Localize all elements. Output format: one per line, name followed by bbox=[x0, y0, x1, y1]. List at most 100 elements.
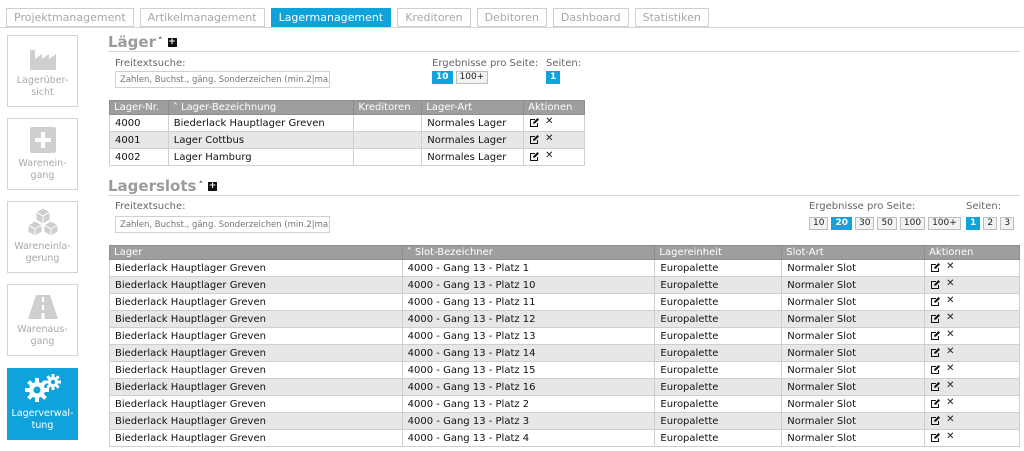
sort-up-icon[interactable]: ˄ bbox=[198, 181, 203, 191]
edit-icon[interactable] bbox=[930, 398, 941, 408]
delete-icon[interactable]: ✕ bbox=[946, 261, 954, 272]
table-row[interactable]: 4001 Lager Cottbus Normales Lager ✕ bbox=[109, 131, 585, 149]
tab-debitoren[interactable]: Debitoren bbox=[476, 8, 547, 27]
edit-icon[interactable] bbox=[930, 262, 941, 272]
delete-icon[interactable]: ✕ bbox=[545, 116, 553, 127]
slots-search-input[interactable] bbox=[115, 216, 330, 233]
tab-statistiken[interactable]: Statistiken bbox=[634, 8, 709, 27]
add-lager-button[interactable]: + bbox=[167, 37, 177, 47]
cell-slot: 4000 - Gang 13 - Platz 14 bbox=[401, 344, 656, 362]
per-page-100-button[interactable]: 100 bbox=[899, 217, 926, 230]
edit-icon[interactable] bbox=[930, 279, 941, 289]
edit-icon[interactable] bbox=[930, 330, 941, 340]
per-page-30-button[interactable]: 30 bbox=[854, 217, 875, 230]
sidebar-item-wareneinlagerung[interactable]: Wareneinla-gerung bbox=[7, 201, 78, 273]
table-row[interactable]: Biederlack Hauptlager Greven 4000 - Gang … bbox=[109, 395, 1020, 413]
table-row[interactable]: Biederlack Hauptlager Greven 4000 - Gang … bbox=[109, 259, 1020, 277]
table-row[interactable]: Biederlack Hauptlager Greven 4000 - Gang … bbox=[109, 429, 1020, 447]
slots-pagination: 1 2 3 bbox=[966, 217, 1017, 230]
cell-einheit: Europalette bbox=[654, 412, 783, 430]
edit-icon[interactable] bbox=[930, 313, 941, 323]
sidebar-item-warenausgang[interactable]: Warenaus-gang bbox=[7, 284, 78, 356]
edit-icon[interactable] bbox=[930, 432, 941, 442]
table-row[interactable]: Biederlack Hauptlager Greven 4000 - Gang … bbox=[109, 293, 1020, 311]
cell-einheit: Europalette bbox=[654, 293, 783, 311]
cell-slot: 4000 - Gang 13 - Platz 4 bbox=[401, 429, 656, 447]
cell-actions: ✕ bbox=[523, 148, 585, 166]
delete-icon[interactable]: ✕ bbox=[946, 397, 954, 408]
add-slot-button[interactable]: + bbox=[207, 181, 217, 191]
nav-divider bbox=[0, 27, 1024, 28]
edit-icon[interactable] bbox=[930, 415, 941, 425]
cell-einheit: Europalette bbox=[654, 429, 783, 447]
page-1-button[interactable]: 1 bbox=[546, 71, 561, 84]
table-row[interactable]: Biederlack Hauptlager Greven 4000 - Gang … bbox=[109, 327, 1020, 345]
cell-einheit: Europalette bbox=[654, 276, 783, 294]
cell-art: Normales Lager bbox=[421, 114, 525, 132]
table-row[interactable]: 4002 Lager Hamburg Normales Lager ✕ bbox=[109, 148, 585, 166]
tab-kreditoren[interactable]: Kreditoren bbox=[397, 8, 471, 27]
delete-icon[interactable]: ✕ bbox=[946, 295, 954, 306]
col-lager-bezeichnung[interactable]: ˄ Lager-Bezeichnung bbox=[167, 100, 355, 115]
col-slot-bezeichner[interactable]: ˄ Slot-Bezeichner bbox=[401, 245, 656, 260]
delete-icon[interactable]: ✕ bbox=[946, 431, 954, 442]
edit-icon[interactable] bbox=[529, 117, 540, 127]
per-page-10-button[interactable]: 10 bbox=[432, 71, 453, 84]
lager-pagination: 1 bbox=[546, 71, 563, 84]
delete-icon[interactable]: ✕ bbox=[946, 414, 954, 425]
cell-art: Normaler Slot bbox=[781, 293, 926, 311]
col-lager[interactable]: Lager bbox=[109, 245, 403, 260]
cell-einheit: Europalette bbox=[654, 259, 783, 277]
slots-section-divider bbox=[108, 195, 1020, 196]
table-row[interactable]: Biederlack Hauptlager Greven 4000 - Gang … bbox=[109, 344, 1020, 362]
delete-icon[interactable]: ✕ bbox=[946, 380, 954, 391]
delete-icon[interactable]: ✕ bbox=[946, 312, 954, 323]
tab-dashboard[interactable]: Dashboard bbox=[552, 8, 629, 27]
col-lager-art[interactable]: Lager-Art bbox=[421, 100, 525, 115]
sort-up-icon[interactable]: ˄ bbox=[158, 37, 163, 47]
per-page-100plus-button[interactable]: 100+ bbox=[928, 217, 961, 230]
col-lagereinheit[interactable]: Lagereinheit bbox=[654, 245, 783, 260]
sidebar-item-lagerverwaltung[interactable]: Lagerverwal-tung bbox=[7, 368, 78, 440]
edit-icon[interactable] bbox=[529, 134, 540, 144]
delete-icon[interactable]: ✕ bbox=[946, 363, 954, 374]
edit-icon[interactable] bbox=[930, 381, 941, 391]
sidebar-item-label: Lagerüber-sicht bbox=[16, 75, 69, 98]
delete-icon[interactable]: ✕ bbox=[946, 346, 954, 357]
edit-icon[interactable] bbox=[930, 347, 941, 357]
delete-icon[interactable]: ✕ bbox=[545, 150, 553, 161]
edit-icon[interactable] bbox=[930, 364, 941, 374]
table-row[interactable]: Biederlack Hauptlager Greven 4000 - Gang … bbox=[109, 378, 1020, 396]
delete-icon[interactable]: ✕ bbox=[946, 278, 954, 289]
tab-projektmanagement[interactable]: Projektmanagement bbox=[6, 8, 134, 27]
cell-nr: 4002 bbox=[109, 148, 169, 166]
edit-icon[interactable] bbox=[930, 296, 941, 306]
sidebar-item-label: Warenein-gang bbox=[18, 158, 67, 181]
sidebar-item-wareneingang[interactable]: Warenein-gang bbox=[7, 118, 78, 190]
per-page-50-button[interactable]: 50 bbox=[877, 217, 897, 230]
sidebar-item-lageruebersicht[interactable]: Lagerüber-sicht bbox=[7, 35, 78, 107]
tab-lagermanagement[interactable]: Lagermanagement bbox=[270, 8, 392, 27]
cell-slot: 4000 - Gang 13 - Platz 11 bbox=[401, 293, 656, 311]
table-row[interactable]: Biederlack Hauptlager Greven 4000 - Gang … bbox=[109, 412, 1020, 430]
page-1-button[interactable]: 1 bbox=[966, 217, 981, 230]
col-lager-nr[interactable]: Lager-Nr. bbox=[109, 100, 169, 115]
cell-actions: ✕ bbox=[924, 310, 1020, 328]
table-row[interactable]: 4000 Biederlack Hauptlager Greven Normal… bbox=[109, 114, 585, 132]
table-header: Lager ˄ Slot-Bezeichner Lagereinheit Slo… bbox=[109, 245, 1020, 260]
table-row[interactable]: Biederlack Hauptlager Greven 4000 - Gang … bbox=[109, 361, 1020, 379]
table-row[interactable]: Biederlack Hauptlager Greven 4000 - Gang … bbox=[109, 276, 1020, 294]
delete-icon[interactable]: ✕ bbox=[545, 133, 553, 144]
tab-artikelmanagement[interactable]: Artikelmanagement bbox=[139, 8, 265, 27]
delete-icon[interactable]: ✕ bbox=[946, 329, 954, 340]
lager-search-input[interactable] bbox=[115, 71, 330, 88]
col-kreditoren[interactable]: Kreditoren bbox=[353, 100, 423, 115]
col-slot-art[interactable]: Slot-Art bbox=[781, 245, 926, 260]
page-2-button[interactable]: 2 bbox=[983, 217, 998, 230]
per-page-20-button[interactable]: 20 bbox=[831, 217, 852, 230]
per-page-10-button[interactable]: 10 bbox=[809, 217, 829, 230]
per-page-100plus-button[interactable]: 100+ bbox=[455, 71, 489, 84]
table-row[interactable]: Biederlack Hauptlager Greven 4000 - Gang … bbox=[109, 310, 1020, 328]
edit-icon[interactable] bbox=[529, 151, 540, 161]
page-3-button[interactable]: 3 bbox=[1000, 217, 1015, 230]
